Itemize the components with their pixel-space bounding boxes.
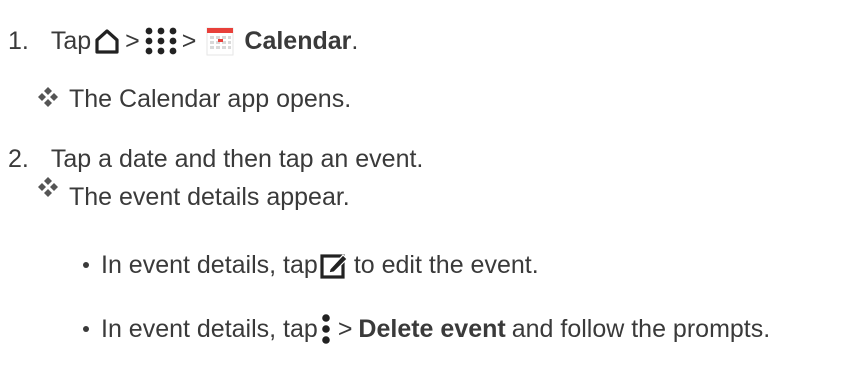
bullet-dot	[83, 262, 89, 268]
apps-grid-icon	[144, 26, 178, 56]
bullet-1: In event details, tap to edit the event.	[101, 250, 539, 280]
result-text: The Calendar app opens.	[69, 85, 352, 113]
step-text: Tap	[50, 27, 92, 55]
bullet-text: to edit the event.	[353, 251, 539, 279]
step-text: Tap a date and then tap an event.	[50, 145, 424, 173]
separator: >	[337, 315, 353, 343]
calendar-icon	[206, 26, 234, 56]
step-end: .	[351, 27, 359, 55]
bullet-dot	[83, 326, 89, 332]
separator: >	[125, 27, 140, 55]
result-diamond-icon	[36, 85, 60, 109]
separator: >	[181, 27, 197, 55]
edit-icon	[320, 251, 350, 279]
home-icon	[93, 28, 121, 54]
result-diamond-icon	[36, 175, 60, 199]
calendar-label: Calendar	[244, 27, 352, 55]
step-1: 1. Tap > > Calendar .	[0, 26, 358, 56]
more-options-icon	[320, 314, 332, 344]
step-number: 2.	[8, 145, 29, 173]
bullet-text: and follow the prompts.	[511, 315, 771, 343]
bullet-2: In event details, tap > Delete event and…	[101, 314, 770, 344]
delete-event-label: Delete event	[358, 315, 506, 343]
step-1-result: The Calendar app opens.	[69, 84, 351, 114]
step-number: 1.	[8, 27, 29, 55]
step-2: 2. Tap a date and then tap an event.	[0, 144, 423, 174]
step-2-result: The event details appear.	[69, 182, 350, 212]
result-text: The event details appear.	[69, 183, 350, 211]
bullet-text: In event details, tap	[101, 315, 318, 343]
bullet-text: In event details, tap	[101, 251, 318, 279]
